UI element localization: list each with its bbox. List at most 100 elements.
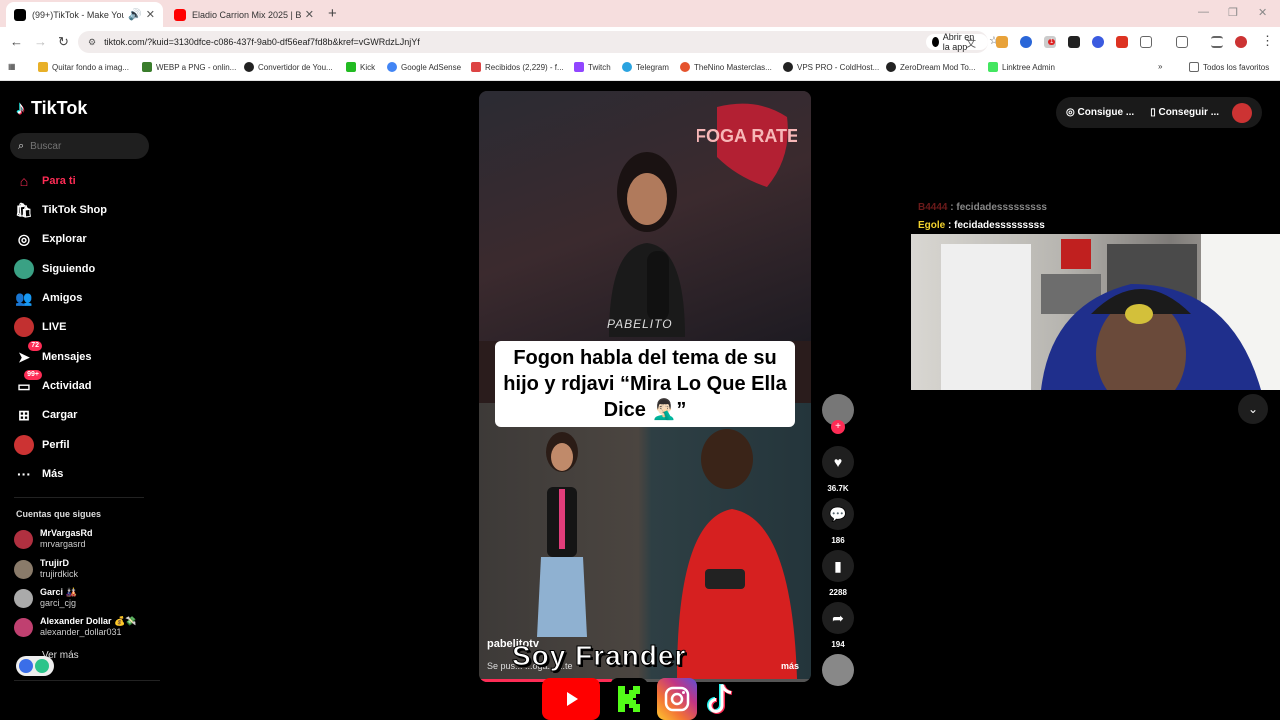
profile-avatar-icon[interactable] xyxy=(1235,36,1247,48)
extension-icon[interactable]: 1 xyxy=(1044,36,1056,48)
comment-button[interactable]: 💬 186 xyxy=(820,498,856,545)
profile-avatar[interactable] xyxy=(1232,103,1252,123)
account-name: Alexander Dollar 💰💸 xyxy=(40,616,137,626)
nav-label: Siguiendo xyxy=(42,263,96,275)
extension-icon[interactable] xyxy=(996,36,1008,48)
speaker-icon[interactable]: 🔊 xyxy=(128,8,142,21)
url-text: tiktok.com/?kuid=3130dfce-c086-437f-9ab0… xyxy=(104,37,420,47)
omnibox[interactable]: ⚙ tiktok.com/?kuid=3130dfce-c086-437f-9a… xyxy=(78,31,999,53)
nav-siguiendo[interactable]: Siguiendo xyxy=(14,258,95,280)
minimize-icon[interactable]: — xyxy=(1198,6,1209,18)
compass-icon: ◎ xyxy=(17,230,31,247)
globe-icon xyxy=(886,62,896,72)
following-account[interactable]: TrujirD trujirdkick xyxy=(14,557,78,581)
nav-label: Amigos xyxy=(42,292,83,304)
nav-perfil[interactable]: Perfil xyxy=(14,434,70,456)
nav-para-ti[interactable]: ⌂ Para ti xyxy=(14,170,76,192)
bookmark-item[interactable]: Twitch xyxy=(574,62,611,72)
bookmark-item[interactable]: WEBP a PNG - onlin... xyxy=(142,62,236,72)
kebab-menu-icon[interactable]: ⋮ xyxy=(1261,33,1274,49)
extension-icon[interactable] xyxy=(1020,36,1032,48)
video-player[interactable]: FOGA RATE PABELITO Fogon habla del tema … xyxy=(479,91,811,682)
get-coins-button[interactable]: ◎ Consigue ... xyxy=(1066,107,1134,118)
bookmark-item[interactable]: Linktree Admin xyxy=(988,62,1055,72)
tiktok-logo[interactable]: ♪ TikTok xyxy=(16,98,87,119)
following-account[interactable]: MrVargasRd mrvargasrd xyxy=(14,527,93,551)
tiktok-favicon-icon xyxy=(14,8,26,21)
address-bar-row: ← → ↻ ⚙ tiktok.com/?kuid=3130dfce-c086-4… xyxy=(0,27,1280,57)
bookmark-label: ZeroDream Mod To... xyxy=(900,62,976,72)
back-icon[interactable]: ← xyxy=(10,34,23,49)
like-button[interactable]: ♥ 36.7K xyxy=(820,446,856,493)
creator-avatar[interactable]: + xyxy=(820,394,856,434)
share-count: 194 xyxy=(831,640,845,649)
bookmark-item[interactable]: Recibidos (2,229) - f... xyxy=(471,62,564,72)
nav-tiktok-shop[interactable]: 🛍 TikTok Shop xyxy=(14,199,107,221)
bookmark-item[interactable]: ZeroDream Mod To... xyxy=(886,62,975,72)
bookmark-item[interactable]: Telegram xyxy=(622,62,669,72)
media-controls-icon[interactable] xyxy=(1211,36,1223,48)
bookmark-item[interactable]: Google AdSense xyxy=(387,62,461,72)
all-favorites-folder[interactable]: Todos los favoritos xyxy=(1189,62,1269,72)
new-tab-icon[interactable]: + xyxy=(328,5,337,22)
neon-sign-icon: FOGA RATE xyxy=(697,103,797,187)
apps-grid-icon[interactable]: ▦ xyxy=(8,62,16,71)
bookmark-item[interactable]: VPS PRO - ColdHost... xyxy=(783,62,879,72)
adblock-icon[interactable] xyxy=(1116,36,1128,48)
nav-explorar[interactable]: ◎ Explorar xyxy=(14,228,87,250)
restore-icon[interactable]: ❐ xyxy=(1228,6,1238,19)
close-tab-icon[interactable]: ✕ xyxy=(146,8,155,21)
video-caption: Fogon habla del tema de su hijo y rdjavi… xyxy=(495,341,795,427)
instagram-icon xyxy=(657,678,697,720)
cast-icon[interactable] xyxy=(1176,36,1188,48)
nav-mensajes[interactable]: ➤ 72 Mensajes xyxy=(14,341,92,368)
search-box[interactable]: ⌕ xyxy=(10,133,149,159)
chat-user: B4444 xyxy=(918,202,948,213)
get-app-button[interactable]: ▯ Conseguir ... xyxy=(1150,107,1219,118)
open-in-app-button[interactable]: Abrir en la app xyxy=(926,32,988,52)
tab-tiktok[interactable]: (99+)TikTok - Make Your Da 🔊 ✕ xyxy=(6,2,163,27)
send-icon: ➤ 72 xyxy=(14,341,42,367)
floating-widget[interactable] xyxy=(16,656,54,676)
nav-cargar[interactable]: ⊞ Cargar xyxy=(14,404,77,426)
extension-icon[interactable] xyxy=(1092,36,1104,48)
nav-actividad[interactable]: ▭ 99+ Actividad xyxy=(14,370,92,397)
extension-icon[interactable] xyxy=(1068,36,1080,48)
bookmark-label: Quitar fondo a imag... xyxy=(52,62,129,72)
bookmark-item[interactable]: Convertidor de You... xyxy=(244,62,333,72)
nav-mas[interactable]: ··· Más xyxy=(14,463,63,485)
follow-plus-icon[interactable]: + xyxy=(831,420,845,434)
tab-youtube[interactable]: Eladio Carrion Mix 2025 | BEST ✕ xyxy=(166,2,322,27)
bookmark-item[interactable]: Kick xyxy=(346,62,375,72)
chevron-down-icon[interactable]: ⌄ xyxy=(1238,394,1268,424)
more-link[interactable]: más xyxy=(781,661,799,671)
avatar xyxy=(14,529,33,549)
save-button[interactable]: ▮ 2288 xyxy=(820,550,856,597)
all-favorites-label: Todos los favoritos xyxy=(1203,62,1270,72)
reload-icon[interactable]: ↻ xyxy=(58,34,69,50)
search-input[interactable] xyxy=(30,140,131,152)
nav-amigos[interactable]: 👥 Amigos xyxy=(14,287,82,309)
close-window-icon[interactable]: ✕ xyxy=(1258,6,1267,19)
forward-icon[interactable]: → xyxy=(34,34,47,49)
extensions-puzzle-icon[interactable] xyxy=(1140,36,1152,48)
site-info-icon[interactable]: ⚙ xyxy=(88,37,96,48)
bookmarks-overflow-icon[interactable]: » xyxy=(1158,62,1162,71)
following-account[interactable]: Alexander Dollar 💰💸 alexander_dollar031 xyxy=(14,615,136,639)
following-account[interactable]: Garci 🎎 garci_cjg xyxy=(14,586,77,610)
nav-label: Mensajes xyxy=(42,351,92,363)
profile-avatar-icon xyxy=(14,435,34,455)
bookmark-item[interactable]: Quitar fondo a imag... xyxy=(38,62,129,72)
tiktok-icon xyxy=(703,678,739,720)
avatar xyxy=(14,588,33,608)
divider xyxy=(14,497,144,498)
divider xyxy=(14,680,160,681)
get-coins-label: Consigue ... xyxy=(1077,107,1135,118)
nav-live[interactable]: LIVE xyxy=(14,316,66,338)
bookmark-item[interactable]: TheNino Masterclas... xyxy=(680,62,772,72)
close-tab-icon[interactable]: ✕ xyxy=(305,8,314,21)
music-disc[interactable] xyxy=(820,654,856,686)
gmail-icon xyxy=(471,62,481,72)
translate-icon[interactable]: 文 xyxy=(966,35,976,50)
share-button[interactable]: ➦ 194 xyxy=(820,602,856,649)
